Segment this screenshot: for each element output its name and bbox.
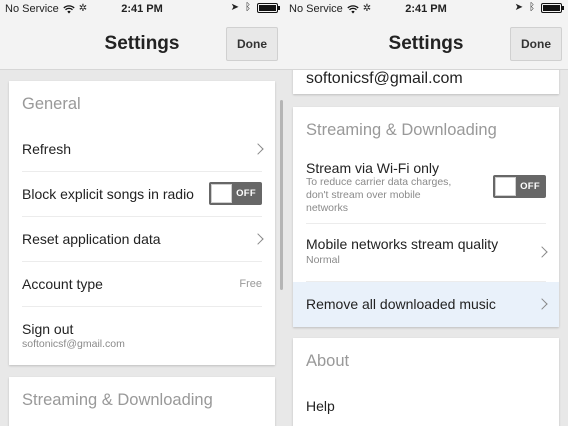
chevron-right-icon [252, 143, 264, 155]
block-explicit-label: Block explicit songs in radio [22, 186, 194, 202]
reset-label: Reset application data [22, 231, 161, 247]
wifi-only-toggle[interactable]: OFF [493, 175, 546, 198]
about-title: About [306, 352, 350, 370]
streaming-card: Streaming & Downloading Stream via Wi-Fi… [293, 107, 559, 327]
wifi-only-description-2: don't stream over mobile [306, 189, 421, 201]
toggle-knob [211, 184, 232, 203]
account-email: softonicsf@gmail.com [306, 70, 463, 87]
chevron-right-icon [536, 298, 548, 310]
screen-right: No Service ✲ 2:41 PM ➤ ᛒ Settings Done s… [284, 0, 568, 426]
location-icon: ➤ [230, 2, 239, 13]
status-bar: No Service ✲ 2:41 PM ➤ ᛒ [284, 0, 568, 20]
toggle-state-text: OFF [236, 188, 256, 199]
streaming-title: Streaming & Downloading [306, 121, 497, 139]
sign-out-email: softonicsf@gmail.com [22, 338, 125, 350]
bluetooth-icon: ᛒ [245, 2, 251, 13]
wifi-only-description-1: To reduce carrier data charges, [306, 176, 452, 188]
settings-scroll[interactable]: General Refresh Block explicit songs in … [0, 70, 284, 426]
sign-out-label: Sign out [22, 321, 74, 337]
status-right-icons: ➤ ᛒ [514, 2, 564, 13]
remove-downloads-label: Remove all downloaded music [306, 296, 496, 312]
refresh-row[interactable]: Refresh [22, 127, 264, 172]
settings-scroll[interactable]: softonicsf@gmail.com Streaming & Downloa… [284, 70, 568, 426]
streaming-card: Streaming & Downloading [9, 377, 275, 426]
refresh-label: Refresh [22, 141, 72, 157]
chevron-right-icon [252, 233, 264, 245]
nav-bar: Settings Done [284, 20, 568, 70]
help-row[interactable]: Help [306, 384, 546, 426]
done-button[interactable]: Done [226, 27, 278, 61]
block-explicit-toggle[interactable]: OFF [209, 182, 262, 205]
wifi-only-description-3: networks [306, 202, 349, 214]
battery-icon [257, 3, 280, 13]
location-icon: ➤ [514, 2, 523, 13]
done-button[interactable]: Done [510, 27, 562, 61]
sign-out-row[interactable]: Sign out softonicsf@gmail.com [22, 307, 262, 365]
stream-quality-label: Mobile networks stream quality [306, 236, 499, 252]
wifi-only-label: Stream via Wi-Fi only [306, 160, 440, 176]
account-type-row: Account type Free [22, 262, 262, 307]
account-type-value: Free [239, 278, 262, 290]
bluetooth-icon: ᛒ [529, 2, 535, 13]
screen-left: No Service ✲ 2:41 PM ➤ ᛒ Settings Done G… [0, 0, 284, 426]
toggle-knob [495, 177, 516, 196]
nav-bar: Settings Done [0, 20, 284, 70]
help-label: Help [306, 398, 335, 414]
stream-quality-value: Normal [306, 254, 340, 266]
account-type-label: Account type [22, 276, 103, 292]
stage: No Service ✲ 2:41 PM ➤ ᛒ Settings Done G… [0, 0, 568, 426]
status-bar: No Service ✲ 2:41 PM ➤ ᛒ [0, 0, 284, 20]
block-explicit-row: Block explicit songs in radio OFF [22, 172, 262, 217]
chevron-right-icon [536, 246, 548, 258]
general-title: General [22, 95, 81, 113]
wifi-only-row: Stream via Wi-Fi only To reduce carrier … [306, 153, 546, 224]
battery-icon [541, 3, 564, 13]
about-card: About Help [293, 338, 559, 426]
status-right-icons: ➤ ᛒ [230, 2, 280, 13]
reset-row[interactable]: Reset application data [22, 217, 264, 262]
remove-downloads-row[interactable]: Remove all downloaded music [293, 282, 559, 327]
general-card-bottom: softonicsf@gmail.com [293, 70, 559, 94]
streaming-title: Streaming & Downloading [22, 391, 213, 409]
scrollbar[interactable] [280, 100, 283, 290]
general-card: General Refresh Block explicit songs in … [9, 81, 275, 365]
stream-quality-row[interactable]: Mobile networks stream quality Normal [306, 224, 548, 282]
toggle-state-text: OFF [520, 181, 540, 192]
